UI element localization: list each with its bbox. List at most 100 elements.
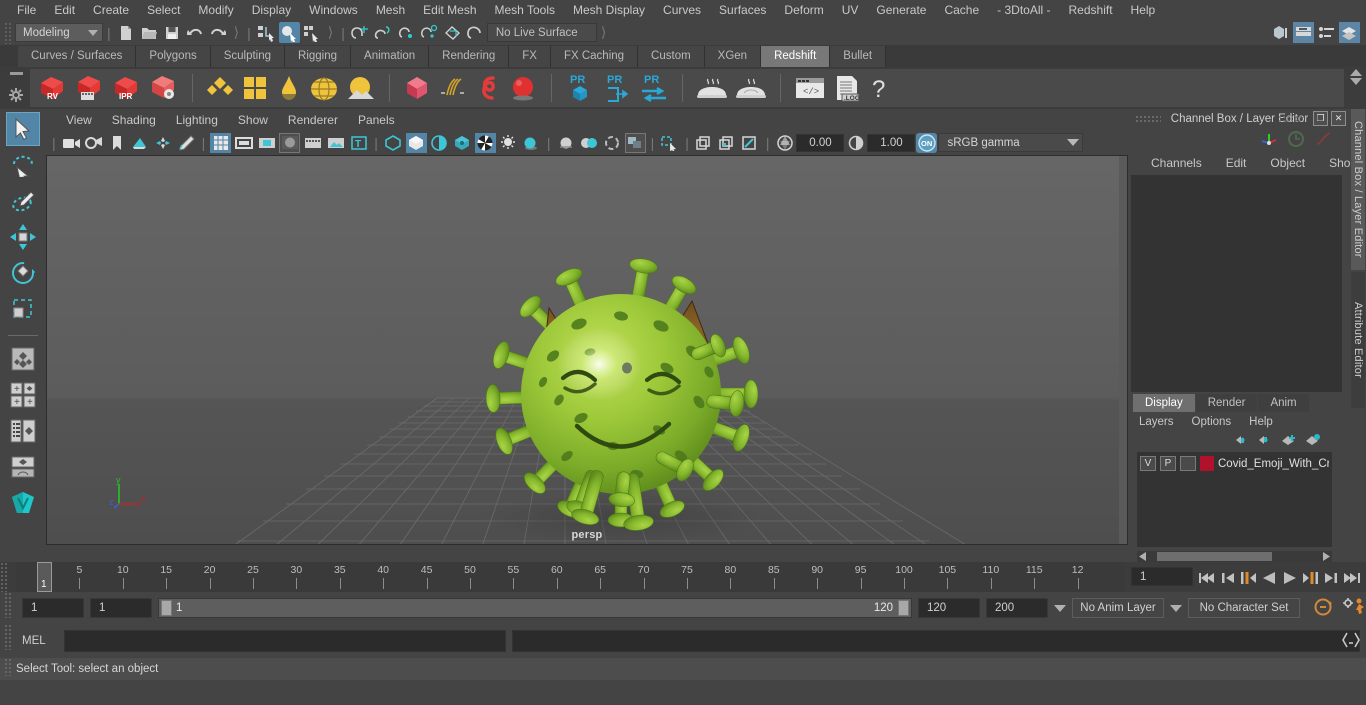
shelf-tab-polygons[interactable]: Polygons [136, 46, 211, 67]
shelf-texture-grid-icon[interactable] [240, 73, 270, 103]
script-editor-icon[interactable] [1342, 632, 1360, 651]
play-backwards-button[interactable] [1261, 570, 1277, 589]
resolution-gate-icon[interactable] [256, 133, 277, 153]
select-by-object-type-icon[interactable] [278, 22, 300, 43]
current-frame-field[interactable]: 1 [1131, 567, 1193, 586]
shelf-bake-set-2-icon[interactable] [734, 73, 768, 103]
rotate-tool[interactable] [6, 256, 40, 290]
show-hide-modeling-toolkit-icon[interactable] [1270, 22, 1291, 43]
shelf-settings-gear-icon[interactable] [9, 87, 23, 105]
select-camera-icon[interactable] [61, 133, 82, 153]
side-tab-attribute-editor[interactable]: Attribute Editor [1351, 271, 1365, 408]
xray-joints-icon[interactable] [717, 133, 738, 153]
command-line-grip[interactable] [4, 624, 11, 650]
layer-menu-help[interactable]: Help [1249, 416, 1273, 428]
live-surface-field[interactable]: No Live Surface [486, 23, 597, 42]
channel-box-menu-edit[interactable]: Edit [1214, 156, 1259, 170]
snap-to-projected-center-icon[interactable] [419, 22, 440, 43]
menu-item-mesh-display[interactable]: Mesh Display [564, 0, 654, 20]
scale-tool[interactable] [6, 292, 40, 326]
snap-to-curve-icon[interactable] [373, 22, 394, 43]
character-set-chevron-down-icon[interactable] [1170, 604, 1182, 612]
command-input-field[interactable] [64, 630, 506, 652]
show-hide-tool-settings-icon[interactable] [1316, 22, 1337, 43]
text-display-icon[interactable]: T [348, 133, 369, 153]
anim-layer-chevron-down-icon[interactable] [1054, 604, 1066, 612]
texture-display-icon[interactable] [452, 133, 473, 153]
create-layer-from-selection-icon[interactable] [1305, 433, 1320, 449]
menu-item-edit-mesh[interactable]: Edit Mesh [414, 0, 485, 20]
shelf-tab-curves-surfaces[interactable]: Curves / Surfaces [18, 46, 137, 67]
make-live-icon[interactable] [465, 22, 486, 43]
channel-box-menu-channels[interactable]: Channels [1139, 156, 1214, 170]
shelf-tab-sculpting[interactable]: Sculpting [210, 46, 286, 67]
select-by-component-type-icon[interactable] [302, 22, 323, 43]
use-all-lights-icon[interactable] [474, 132, 496, 153]
range-slider-bar[interactable]: 1 120 [158, 598, 912, 618]
layer-visibility-toggle[interactable]: V [1140, 456, 1156, 471]
animation-clock-icon[interactable] [1288, 130, 1305, 150]
shelf-scroll-arrows[interactable] [1350, 69, 1362, 85]
step-back-key-button[interactable] [1222, 570, 1236, 589]
statusline-grip[interactable] [4, 21, 12, 44]
show-hide-channel-box-icon[interactable] [1339, 22, 1360, 43]
outliner-persp-layout[interactable] [6, 342, 40, 376]
shelf-tab-fx-caching[interactable]: FX Caching [550, 46, 639, 67]
gamma-value-field[interactable]: 1.00 [867, 133, 916, 152]
shelf-tab-custom[interactable]: Custom [638, 46, 705, 67]
color-management-toggle-icon[interactable]: ON [916, 132, 938, 153]
range-end-time-field[interactable]: 120 [918, 598, 980, 618]
shelf-pr-proxy-convert-icon[interactable]: PR [638, 72, 670, 104]
menu-item-deform[interactable]: Deform [775, 0, 832, 20]
menu-item-windows[interactable]: Windows [300, 0, 367, 20]
command-language-label[interactable]: MEL [22, 635, 58, 647]
menu-item-3dtoall[interactable]: - 3DtoAll - [988, 0, 1059, 20]
snap-to-point-icon[interactable] [396, 22, 417, 43]
shelf-bake-set-1-icon[interactable] [695, 73, 729, 103]
grease-pencil-icon[interactable] [176, 133, 197, 153]
go-to-end-button[interactable] [1342, 570, 1360, 589]
wireframe-shading-icon[interactable] [383, 133, 404, 153]
menu-item-edit[interactable]: Edit [45, 0, 84, 20]
menu-item-redshift[interactable]: Redshift [1060, 0, 1122, 20]
xray-active-components-icon[interactable] [740, 133, 761, 153]
depth-of-field-icon[interactable] [602, 133, 623, 153]
menu-set-dropdown[interactable]: Modeling [15, 23, 103, 42]
gamma-icon[interactable] [845, 133, 866, 153]
3d-viewport[interactable]: persp y x z [46, 155, 1128, 545]
menu-item-file[interactable]: File [8, 0, 45, 20]
shelf-ipr-render-icon[interactable]: IPR [111, 73, 143, 103]
motion-blur-icon[interactable] [556, 133, 577, 153]
range-slider-left-handle[interactable] [161, 600, 172, 616]
four-view-layout[interactable] [6, 414, 40, 448]
shelf-log-file-icon[interactable]: .LOG [832, 73, 862, 103]
go-to-start-button[interactable] [1199, 570, 1217, 589]
undo-icon[interactable] [185, 22, 206, 43]
animation-end-time-field[interactable]: 200 [986, 598, 1048, 618]
move-layer-down-icon[interactable] [1258, 434, 1272, 449]
layer-menu-options[interactable]: Options [1192, 416, 1232, 428]
viewport-menu-show[interactable]: Show [228, 113, 278, 127]
xray-icon[interactable] [694, 133, 715, 153]
menu-item-create[interactable]: Create [84, 0, 138, 20]
move-layer-up-icon[interactable] [1235, 434, 1249, 449]
menu-item-help[interactable]: Help [1122, 0, 1165, 20]
scrollbar-thumb[interactable] [1157, 552, 1272, 561]
open-scene-icon[interactable] [139, 22, 160, 43]
character-set-dropdown[interactable]: No Character Set [1188, 598, 1300, 618]
shelf-proxy-cube-icon[interactable] [402, 73, 432, 103]
exposure-control-icon[interactable] [302, 133, 323, 153]
bookmark-icon[interactable] [107, 133, 128, 153]
range-slider-grip[interactable] [4, 592, 11, 618]
shelf-tab-bullet[interactable]: Bullet [830, 46, 887, 67]
viewport-menu-lighting[interactable]: Lighting [166, 113, 228, 127]
film-gate-icon[interactable] [233, 133, 254, 153]
menu-item-mesh-tools[interactable]: Mesh Tools [486, 0, 564, 20]
layer-template-toggle[interactable] [1180, 456, 1196, 471]
scroll-left-arrow-icon[interactable] [1139, 550, 1147, 564]
animation-start-time-field[interactable]: 1 [22, 598, 84, 618]
menu-item-select[interactable]: Select [138, 0, 189, 20]
snap-to-grid-icon[interactable] [350, 22, 371, 43]
snap-to-view-planes-icon[interactable] [442, 22, 463, 43]
auto-keyframe-toggle-icon[interactable] [1312, 597, 1334, 620]
